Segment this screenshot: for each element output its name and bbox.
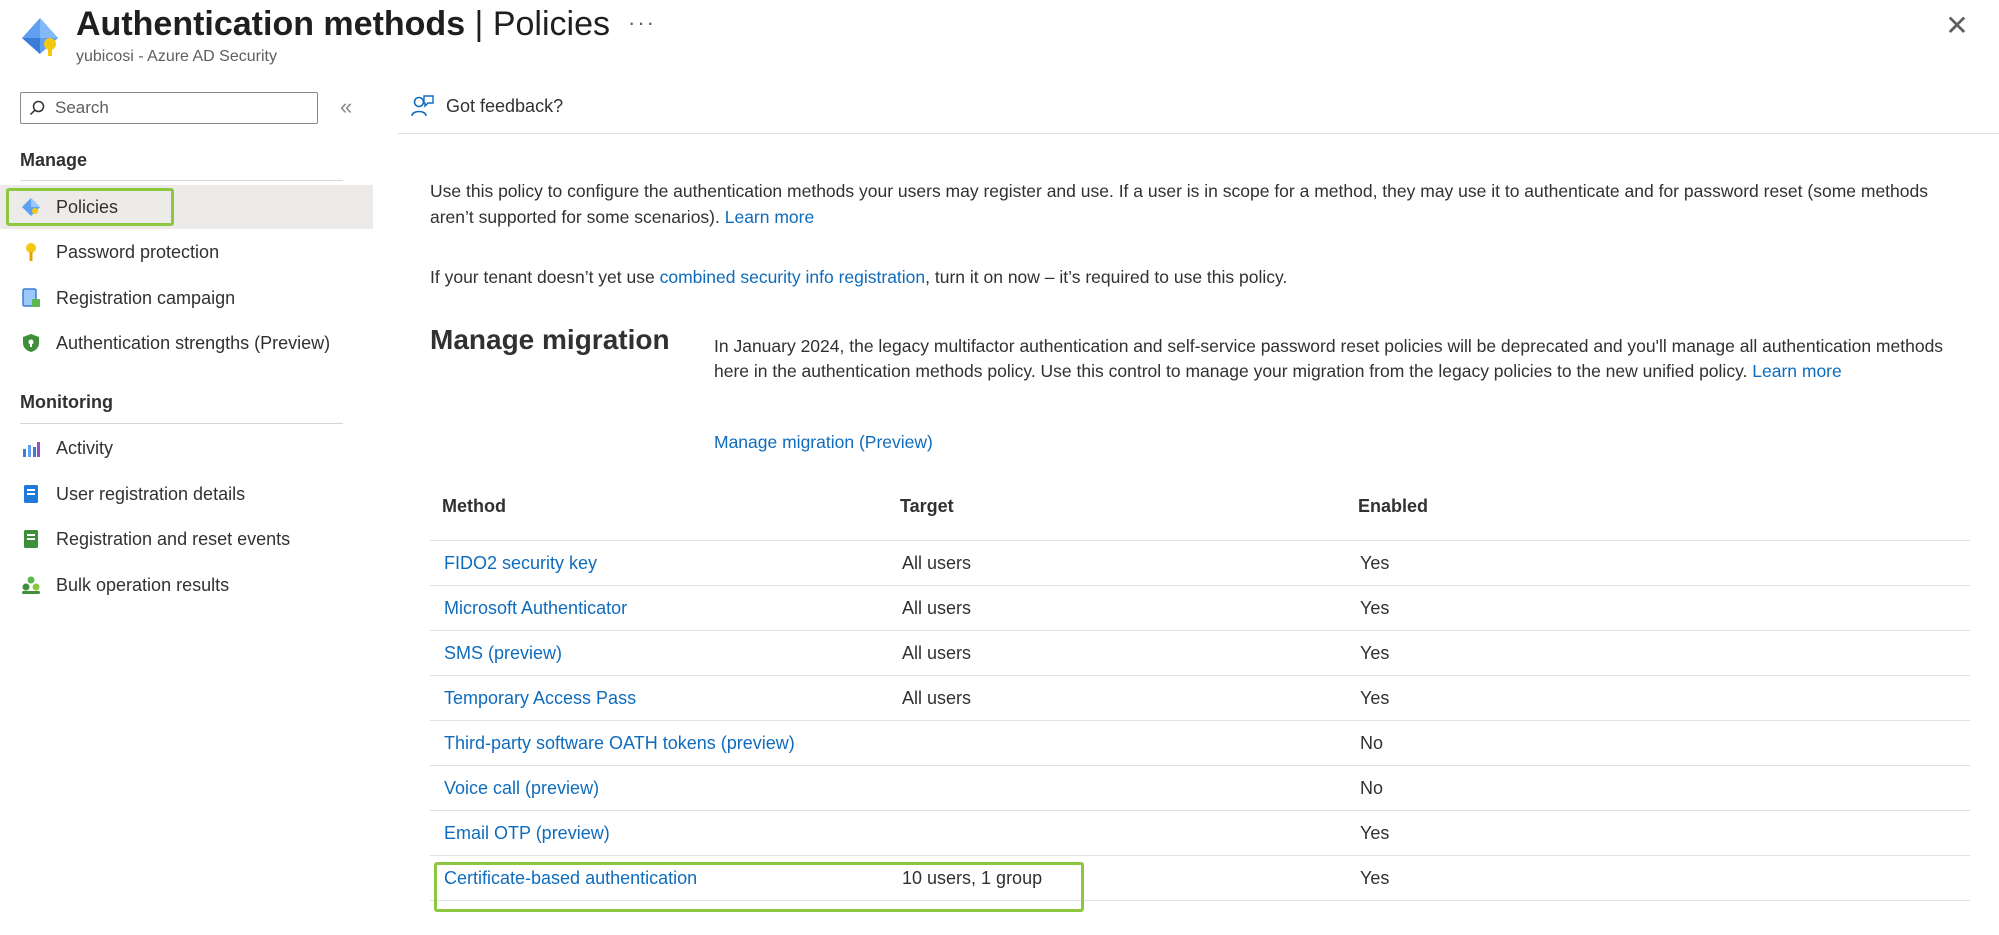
table-row: FIDO2 security key All users Yes <box>430 540 1970 585</box>
page-title: Authentication methods | Policies <box>76 4 610 44</box>
table-row: Certificate-based authentication 10 user… <box>430 855 1970 900</box>
table-row: Temporary Access Pass All users Yes <box>430 675 1970 720</box>
search-input[interactable] <box>53 97 297 119</box>
page-title-rest: | Policies <box>465 5 610 43</box>
tenant-text-2: , turn it on now – it’s required to use … <box>925 267 1288 287</box>
sidebar-item-activity[interactable]: Activity <box>0 426 373 470</box>
search-icon <box>29 100 45 116</box>
enabled-cell: Yes <box>1360 823 1390 843</box>
bulk-users-icon <box>20 574 42 596</box>
registration-campaign-icon <box>20 287 42 309</box>
authentication-methods-icon <box>20 14 64 58</box>
sidebar-item-registration-reset-events[interactable]: Registration and reset events <box>0 517 373 561</box>
sidebar-item-authentication-strengths[interactable]: Authentication strengths (Preview) <box>0 321 373 365</box>
manage-migration-link[interactable]: Manage migration (Preview) <box>714 432 933 453</box>
method-link[interactable]: Certificate-based authentication <box>444 856 697 900</box>
page-subtitle: yubicosi - Azure AD Security <box>76 48 277 65</box>
table-row: Voice call (preview) No <box>430 765 1970 810</box>
feedback-icon <box>411 95 434 117</box>
sidebar-item-registration-campaign[interactable]: Registration campaign <box>0 276 373 320</box>
tenant-paragraph: If your tenant doesn’t yet use combined … <box>430 264 1960 290</box>
intro-text: Use this policy to configure the authent… <box>430 181 1928 227</box>
sidebar-item-label: Registration and reset events <box>56 528 291 549</box>
activity-chart-icon <box>20 437 42 459</box>
feedback-label: Got feedback? <box>446 95 564 116</box>
manage-migration-description: In January 2024, the legacy multifactor … <box>714 334 1964 384</box>
more-options-button[interactable]: ··· <box>628 10 656 36</box>
method-link[interactable]: Voice call (preview) <box>444 766 599 810</box>
enabled-cell: No <box>1360 733 1384 753</box>
sidebar-item-user-registration-details[interactable]: User registration details <box>0 472 373 516</box>
sidebar-item-label: Password protection <box>56 241 220 262</box>
method-link[interactable]: Temporary Access Pass <box>444 676 636 720</box>
table-row: Third-party software OATH tokens (previe… <box>430 720 1970 765</box>
target-cell: 10 users, 1 group <box>902 868 1043 888</box>
enabled-cell: Yes <box>1360 643 1390 663</box>
sidebar-item-password-protection[interactable]: Password protection <box>0 230 373 274</box>
divider <box>20 180 343 181</box>
method-link[interactable]: Microsoft Authenticator <box>444 586 627 630</box>
sidebar-item-bulk-operation-results[interactable]: Bulk operation results <box>0 563 373 607</box>
column-header-target: Target <box>900 496 954 516</box>
key-icon <box>20 241 42 263</box>
search-box[interactable] <box>20 92 318 124</box>
section-manage: Manage <box>20 150 88 170</box>
table-bottom-border <box>430 900 1970 901</box>
method-link[interactable]: SMS (preview) <box>444 631 562 675</box>
target-cell: All users <box>902 598 972 618</box>
table-row: SMS (preview) All users Yes <box>430 630 1970 675</box>
enabled-cell: Yes <box>1360 868 1390 888</box>
method-link[interactable]: Email OTP (preview) <box>444 811 610 855</box>
page-title-main: Authentication methods <box>76 5 466 43</box>
sidebar-item-label: Bulk operation results <box>56 574 230 595</box>
sidebar-item-label: Registration campaign <box>56 287 236 308</box>
tenant-text-1: If your tenant doesn’t yet use <box>430 267 660 287</box>
close-icon[interactable]: ✕ <box>1943 12 1971 40</box>
enabled-cell: Yes <box>1360 598 1390 618</box>
target-cell: All users <box>902 553 972 573</box>
sidebar-item-label: Authentication strengths (Preview) <box>56 332 331 353</box>
method-link[interactable]: Third-party software OATH tokens (previe… <box>444 721 795 765</box>
feedback-button[interactable]: Got feedback? <box>410 94 563 118</box>
table-row: Email OTP (preview) Yes <box>430 810 1970 855</box>
events-icon <box>20 528 42 550</box>
column-header-method: Method <box>442 496 506 516</box>
section-monitoring: Monitoring <box>20 392 113 412</box>
column-header-enabled: Enabled <box>1358 496 1429 516</box>
toolbar-divider <box>398 133 1999 134</box>
intro-learn-more-link[interactable]: Learn more <box>725 207 815 227</box>
combined-registration-link[interactable]: combined security info registration <box>660 267 926 287</box>
user-details-icon <box>20 483 42 505</box>
enabled-cell: No <box>1360 778 1384 798</box>
enabled-cell: Yes <box>1360 688 1390 708</box>
target-cell: All users <box>902 688 972 708</box>
manage-migration-heading: Manage migration <box>430 324 670 355</box>
shield-icon <box>20 332 42 354</box>
sidebar-item-label: Activity <box>56 437 114 458</box>
policies-icon <box>20 196 42 218</box>
sidebar-item-policies[interactable]: Policies <box>0 185 373 229</box>
sidebar-item-label: Policies <box>56 196 119 217</box>
enabled-cell: Yes <box>1360 553 1390 573</box>
sidebar-item-label: User registration details <box>56 483 246 504</box>
collapse-sidebar-button[interactable]: « <box>340 94 352 120</box>
migration-learn-more-link[interactable]: Learn more <box>1752 361 1842 381</box>
divider <box>20 423 343 424</box>
table-row: Microsoft Authenticator All users Yes <box>430 585 1970 630</box>
intro-paragraph: Use this policy to configure the authent… <box>430 178 1960 230</box>
method-link[interactable]: FIDO2 security key <box>444 541 597 585</box>
target-cell: All users <box>902 643 972 663</box>
